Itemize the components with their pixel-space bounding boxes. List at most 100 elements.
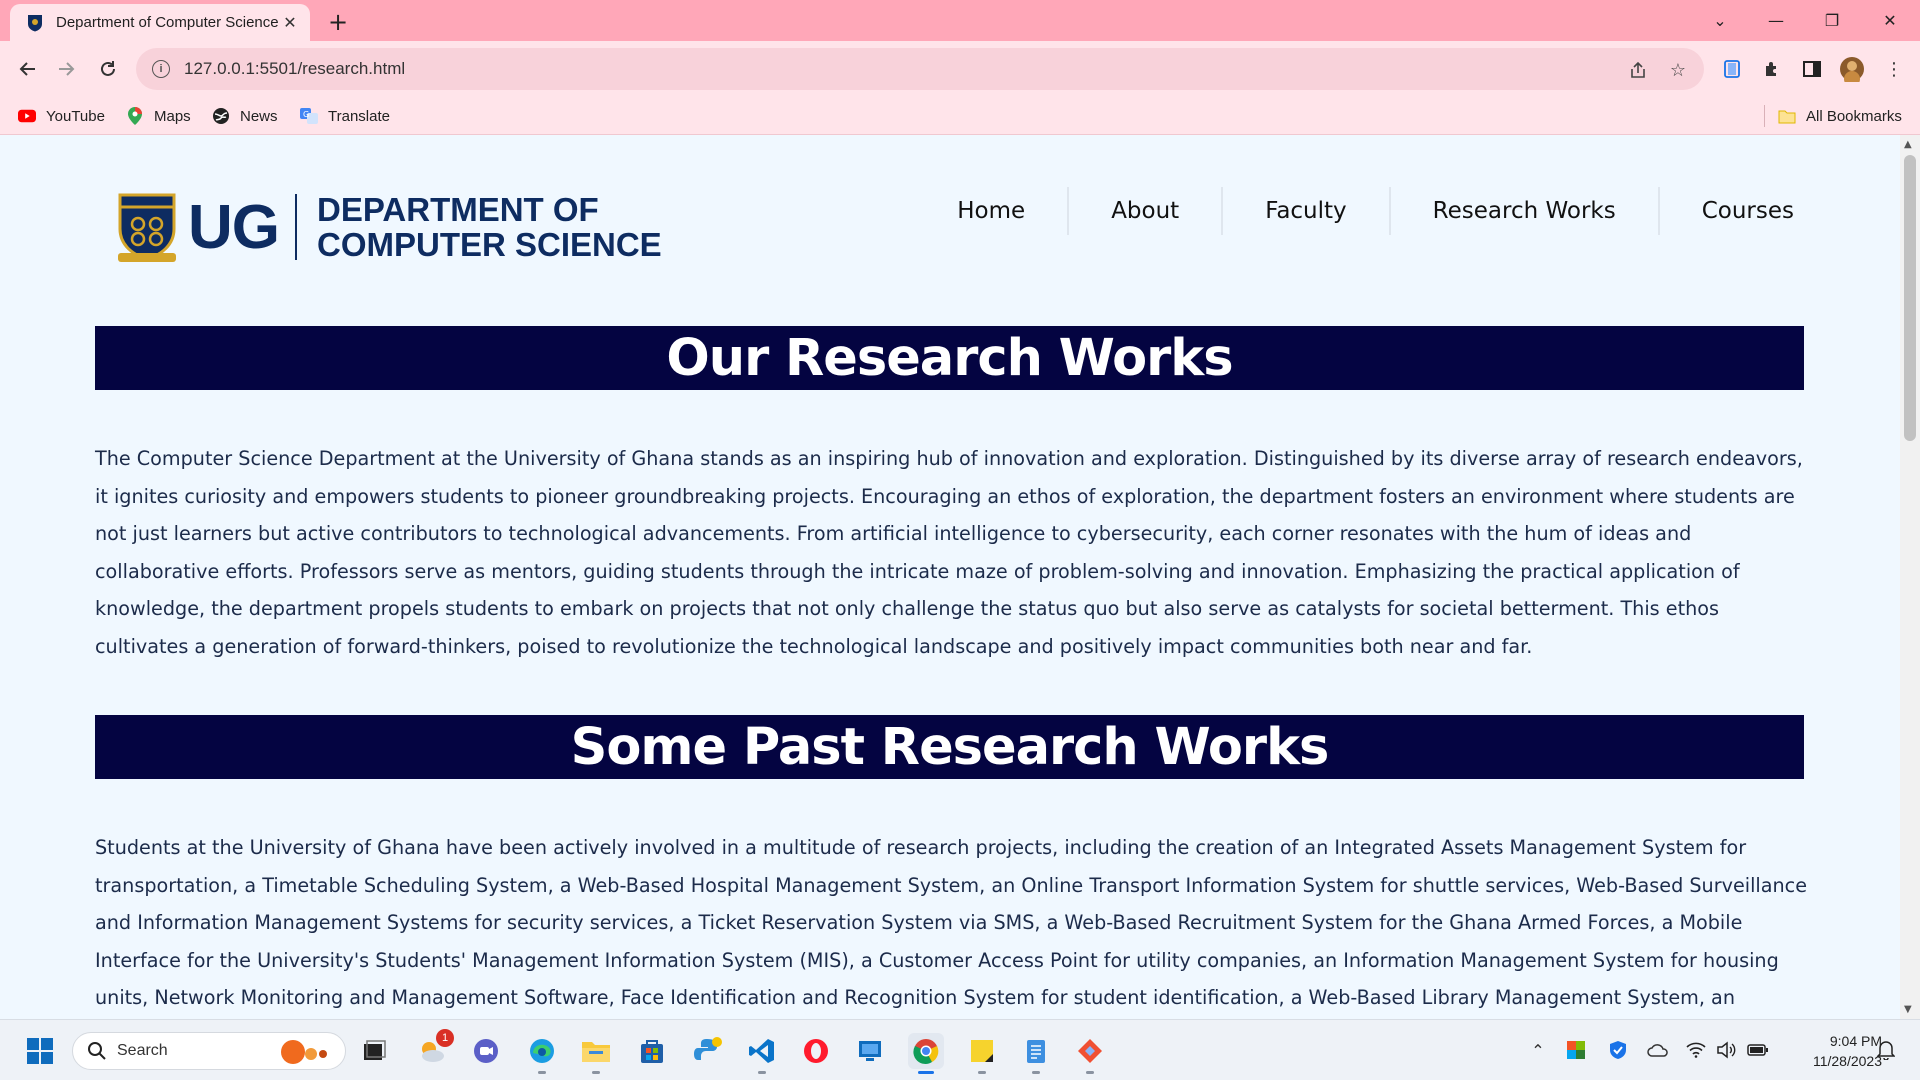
weather-badge: 1 — [436, 1029, 454, 1047]
all-bookmarks-label: All Bookmarks — [1806, 107, 1902, 125]
tab-search-button[interactable]: ⌄ — [1692, 0, 1748, 41]
kebab-menu-icon[interactable]: ⋮ — [1880, 55, 1908, 83]
research-intro-paragraph: The Computer Science Department at the U… — [95, 447, 1803, 658]
running-indicator — [978, 1071, 986, 1074]
scroll-up-icon[interactable]: ▲ — [1904, 139, 1912, 150]
browser-tab[interactable]: Department of Computer Science ✕ — [10, 4, 310, 41]
task-view-icon[interactable] — [356, 1033, 392, 1069]
department-name: DEPARTMENT OF COMPUTER SCIENCE — [317, 192, 662, 262]
sticky-notes-icon[interactable] — [964, 1033, 1000, 1074]
translate-icon: G — [300, 107, 318, 125]
back-arrow-icon[interactable] — [14, 55, 42, 83]
tab-title: Department of Computer Science — [56, 14, 279, 31]
edge-browser-icon[interactable] — [524, 1033, 560, 1074]
running-indicator — [918, 1071, 934, 1074]
news-icon — [212, 107, 230, 125]
site-logo[interactable]: UG DEPARTMENT OF COMPUTER SCIENCE — [116, 189, 662, 265]
page-scrollbar[interactable]: ▲ ▼ — [1900, 135, 1920, 1019]
bookmarks-bar: YouTube Maps News G Translate All Bookma… — [0, 97, 1920, 135]
nav-faculty[interactable]: Faculty — [1221, 187, 1388, 235]
windows-taskbar: Search 1 ⌃ 9:04 PM 11/28/2023 — [0, 1019, 1920, 1080]
vscode-icon[interactable] — [744, 1033, 780, 1074]
show-hidden-icons-chevron-icon[interactable]: ⌃ — [1526, 1038, 1550, 1062]
python-ide-icon[interactable] — [690, 1033, 726, 1069]
file-explorer-icon[interactable] — [578, 1033, 614, 1074]
running-indicator — [758, 1071, 766, 1074]
bookmark-label: Translate — [328, 107, 390, 125]
reading-mode-icon[interactable] — [1718, 55, 1746, 83]
side-panel-icon[interactable] — [1798, 55, 1826, 83]
browser-toolbar: i 127.0.0.1:5501/research.html ☆ ⋮ — [0, 41, 1920, 97]
nav-research-works[interactable]: Research Works — [1388, 187, 1658, 235]
search-highlight-icon — [281, 1040, 327, 1064]
windows-security-icon[interactable] — [1606, 1038, 1630, 1062]
past-research-heading: Some Past Research Works — [95, 715, 1804, 779]
main-nav: Home About Faculty Research Works Course… — [915, 187, 1804, 235]
clock-date: 11/28/2023 — [1812, 1053, 1882, 1069]
close-window-button[interactable]: ✕ — [1862, 0, 1918, 41]
bookmark-label: Maps — [154, 107, 191, 125]
department-line-1: DEPARTMENT OF — [317, 191, 599, 228]
site-info-icon[interactable]: i — [152, 60, 170, 78]
system-clock[interactable]: 9:04 PM 11/28/2023 — [1782, 1031, 1882, 1071]
scroll-thumb[interactable] — [1904, 155, 1916, 441]
bookmark-news[interactable]: News — [212, 105, 278, 127]
ug-crest-icon — [118, 193, 176, 262]
all-bookmarks-folder[interactable]: All Bookmarks — [1778, 105, 1902, 127]
opera-browser-icon[interactable] — [798, 1033, 834, 1069]
tray-app-icon[interactable] — [1564, 1038, 1588, 1062]
share-icon[interactable] — [1626, 58, 1650, 82]
remote-desktop-icon[interactable] — [852, 1033, 888, 1069]
extensions-icon[interactable] — [1758, 55, 1786, 83]
logo-ug-text: UG — [188, 192, 280, 262]
past-research-paragraph: Students at the University of Ghana have… — [95, 836, 1808, 1010]
windows-start-icon[interactable] — [22, 1033, 58, 1069]
folder-icon — [1778, 107, 1796, 125]
chrome-browser-icon[interactable] — [908, 1033, 944, 1074]
research-works-heading: Our Research Works — [95, 326, 1804, 390]
bookmark-youtube[interactable]: YouTube — [18, 105, 105, 127]
nav-courses[interactable]: Courses — [1657, 187, 1804, 235]
git-client-icon[interactable] — [1072, 1033, 1108, 1074]
nav-about[interactable]: About — [1067, 187, 1221, 235]
tab-close-icon[interactable]: ✕ — [280, 13, 300, 33]
running-indicator — [1032, 1071, 1040, 1074]
onedrive-cloud-icon[interactable] — [1646, 1038, 1670, 1062]
running-indicator — [592, 1071, 600, 1074]
volume-icon[interactable] — [1714, 1038, 1738, 1062]
microsoft-store-icon[interactable] — [634, 1033, 670, 1069]
restore-button[interactable]: ❐ — [1804, 0, 1860, 41]
logo-divider — [295, 194, 297, 260]
notepad-icon[interactable] — [1018, 1033, 1054, 1074]
tab-strip: Department of Computer Science ✕ + ⌄ — ❐… — [0, 0, 1920, 41]
profile-avatar[interactable] — [1838, 55, 1866, 83]
department-line-2: COMPUTER SCIENCE — [317, 226, 662, 263]
bookmark-star-icon[interactable]: ☆ — [1666, 58, 1690, 82]
bookmark-label: News — [240, 107, 278, 125]
running-indicator — [1086, 1071, 1094, 1074]
minimize-button[interactable]: — — [1748, 0, 1804, 41]
nav-home[interactable]: Home — [915, 187, 1067, 235]
taskbar-search-label: Search — [117, 1042, 168, 1059]
youtube-icon — [18, 107, 36, 125]
battery-icon[interactable] — [1746, 1038, 1770, 1062]
url-text[interactable]: 127.0.0.1:5501/research.html — [184, 59, 405, 79]
taskbar-search[interactable]: Search — [72, 1032, 346, 1070]
ug-crest-favicon-icon — [26, 14, 44, 32]
search-icon — [88, 1042, 106, 1060]
bookmark-translate[interactable]: G Translate — [300, 105, 390, 127]
clock-time: 9:04 PM — [1829, 1033, 1882, 1049]
running-indicator — [538, 1071, 546, 1074]
reload-icon[interactable] — [94, 55, 122, 83]
wifi-icon[interactable] — [1684, 1038, 1708, 1062]
teams-chat-icon[interactable] — [468, 1033, 504, 1069]
bookmark-maps[interactable]: Maps — [126, 105, 191, 127]
forward-arrow-icon[interactable] — [52, 55, 80, 83]
notifications-icon[interactable] — [1874, 1038, 1898, 1062]
widgets-weather-icon[interactable]: 1 — [414, 1029, 454, 1069]
address-bar[interactable]: i 127.0.0.1:5501/research.html ☆ — [136, 48, 1704, 90]
webpage: UG DEPARTMENT OF COMPUTER SCIENCE Home A… — [0, 135, 1900, 1019]
scroll-down-icon[interactable]: ▼ — [1904, 1004, 1912, 1015]
new-tab-button[interactable]: + — [324, 8, 352, 36]
maps-icon — [126, 107, 144, 125]
